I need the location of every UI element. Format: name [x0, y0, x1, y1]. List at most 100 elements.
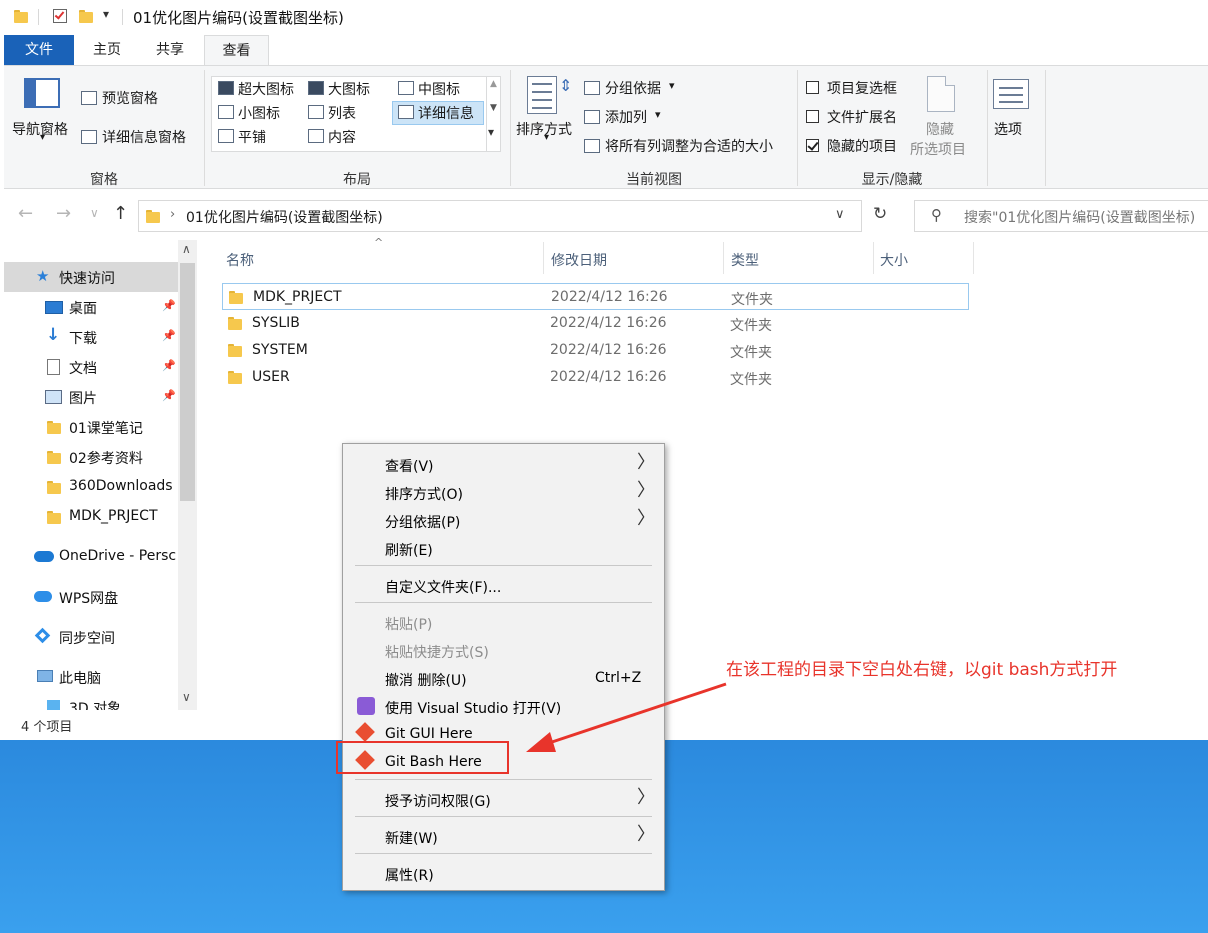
menu-item-paste[interactable]: 粘贴(P)	[385, 614, 432, 634]
scroll-up-icon[interactable]: ∧	[182, 242, 191, 256]
menu-item-group-by[interactable]: 分组依据(P)	[385, 512, 460, 532]
nav-this-pc[interactable]: 此电脑	[4, 662, 180, 692]
column-header-date[interactable]: 修改日期	[551, 250, 607, 270]
nav-item-folder[interactable]: 01课堂笔记	[4, 412, 180, 442]
add-columns-button[interactable]: 添加列	[605, 107, 647, 127]
nav-item-downloads[interactable]: ↓ 下载 📌	[4, 322, 180, 352]
column-divider[interactable]	[973, 242, 974, 274]
sort-by-icon	[527, 76, 557, 114]
layout-details[interactable]: 详细信息	[418, 103, 474, 123]
breadcrumb-path[interactable]: 01优化图片编码(设置截图坐标)	[186, 207, 383, 227]
tab-view[interactable]: 查看	[204, 35, 269, 66]
pin-icon[interactable]: 📌	[162, 299, 176, 312]
layout-small-icons[interactable]: 小图标	[238, 103, 280, 123]
tab-share[interactable]: 共享	[140, 35, 200, 65]
table-row[interactable]: SYSLIB 2022/4/12 16:26 文件夹	[222, 310, 969, 337]
folder-icon	[228, 343, 242, 361]
details-pane-button[interactable]: 详细信息窗格	[102, 127, 186, 147]
file-type: 文件夹	[730, 318, 772, 334]
nav-wps-drive[interactable]: WPS网盘	[4, 582, 180, 612]
pin-icon[interactable]: 📌	[162, 329, 176, 342]
nav-onedrive[interactable]: OneDrive - Persc	[4, 542, 180, 572]
address-bar[interactable]: › 01优化图片编码(设置截图坐标) ∨	[138, 200, 862, 232]
divider	[122, 9, 123, 25]
layout-content[interactable]: 内容	[328, 127, 356, 147]
file-date: 2022/4/12 16:26	[550, 342, 667, 358]
file-date: 2022/4/12 16:26	[550, 369, 667, 385]
folder-icon	[228, 316, 242, 334]
menu-item-paste-shortcut[interactable]: 粘贴快捷方式(S)	[385, 642, 489, 662]
pin-icon[interactable]: 📌	[162, 389, 176, 402]
menu-item-sort-by[interactable]: 排序方式(O)	[385, 484, 463, 504]
file-name: USER	[252, 369, 290, 385]
pictures-icon	[45, 390, 62, 404]
menu-item-git-gui[interactable]: Git GUI Here	[385, 726, 473, 742]
breadcrumb-chevron-icon[interactable]: ›	[170, 207, 175, 222]
column-header-name[interactable]: 名称	[226, 250, 254, 270]
table-row[interactable]: USER 2022/4/12 16:26 文件夹	[222, 364, 969, 391]
back-arrow-icon[interactable]: ←	[18, 203, 33, 224]
tab-home[interactable]: 主页	[78, 35, 136, 65]
hidden-items-checkbox[interactable]	[806, 139, 819, 152]
nav-scrollbar-thumb[interactable]	[180, 263, 195, 501]
nav-item-desktop[interactable]: 桌面 📌	[4, 292, 180, 322]
nav-label: 图片	[69, 391, 97, 407]
menu-item-customize-folder[interactable]: 自定义文件夹(F)...	[385, 577, 501, 597]
recent-locations-chevron-icon[interactable]: ∨	[90, 206, 99, 220]
menu-item-undo-delete[interactable]: 撤消 删除(U)	[385, 670, 467, 690]
layout-list[interactable]: 列表	[328, 103, 356, 123]
nav-item-folder[interactable]: 360Downloads	[4, 472, 180, 502]
nav-item-folder[interactable]: 02参考资料	[4, 442, 180, 472]
submenu-chevron-icon: 〉	[637, 787, 655, 808]
chevron-down-icon: ▾	[669, 79, 675, 92]
file-type: 文件夹	[731, 292, 773, 308]
navigation-pane-icon[interactable]	[24, 78, 60, 108]
preview-pane-button[interactable]: 预览窗格	[102, 88, 158, 108]
forward-arrow-icon[interactable]: →	[56, 203, 71, 224]
preview-pane-icon	[81, 91, 97, 105]
nav-sync-space[interactable]: 同步空间	[4, 622, 180, 652]
nav-item-folder[interactable]: MDK_PRJECT	[4, 502, 180, 532]
table-row[interactable]: MDK_PRJECT 2022/4/12 16:26 文件夹	[222, 283, 969, 310]
column-header-type[interactable]: 类型	[731, 250, 759, 270]
nav-item-pictures[interactable]: 图片 📌	[4, 382, 180, 412]
context-menu: 查看(V) 〉 排序方式(O) 〉 分组依据(P) 〉 刷新(E) 自定义文件夹…	[342, 443, 665, 891]
menu-item-new[interactable]: 新建(W)	[385, 828, 438, 848]
star-icon: ★	[36, 267, 50, 285]
layout-tiles[interactable]: 平铺	[238, 127, 266, 147]
column-divider[interactable]	[723, 242, 724, 274]
address-history-chevron-icon[interactable]: ∨	[835, 207, 845, 222]
menu-item-grant-access[interactable]: 授予访问权限(G)	[385, 791, 491, 811]
column-divider[interactable]	[543, 242, 544, 274]
layout-large-icons[interactable]: 大图标	[328, 79, 370, 99]
layout-medium-icons[interactable]: 中图标	[418, 79, 460, 99]
options-icon	[993, 79, 1029, 109]
column-header-size[interactable]: 大小	[880, 250, 908, 270]
nav-quick-access[interactable]: ★ 快速访问	[4, 262, 180, 292]
layout-extra-large-icons[interactable]: 超大图标	[238, 79, 294, 99]
pin-icon[interactable]: 📌	[162, 359, 176, 372]
menu-item-refresh[interactable]: 刷新(E)	[385, 540, 433, 560]
column-divider[interactable]	[873, 242, 874, 274]
layout-gallery-scroll[interactable]: ▲ ▼ ▾	[486, 77, 501, 151]
group-divider	[1045, 70, 1046, 186]
tab-file[interactable]: 文件	[4, 35, 74, 65]
size-all-columns-button[interactable]: 将所有列调整为合适的大小	[605, 136, 773, 156]
search-input[interactable]: ⚲ 搜索"01优化图片编码(设置截图坐标)	[914, 200, 1208, 232]
file-extensions-checkbox[interactable]	[806, 110, 819, 123]
properties-check-icon[interactable]	[53, 9, 67, 23]
menu-item-properties[interactable]: 属性(R)	[385, 865, 434, 885]
new-folder-icon[interactable]	[79, 9, 93, 23]
table-row[interactable]: SYSTEM 2022/4/12 16:26 文件夹	[222, 337, 969, 364]
up-arrow-icon[interactable]: ↑	[113, 203, 128, 224]
nav-item-documents[interactable]: 文档 📌	[4, 352, 180, 382]
options-button[interactable]: 选项	[994, 119, 1022, 139]
menu-item-view[interactable]: 查看(V)	[385, 456, 434, 476]
nav-3d-objects[interactable]: 3D 对象	[4, 692, 180, 710]
refresh-icon[interactable]: ↻	[873, 204, 887, 224]
scroll-down-icon[interactable]: ∨	[182, 690, 191, 704]
customize-qa-dropdown-icon[interactable]: ▾	[103, 7, 109, 21]
download-arrow-icon: ↓	[46, 325, 61, 345]
item-checkboxes-checkbox[interactable]	[806, 81, 819, 94]
group-by-button[interactable]: 分组依据	[605, 78, 661, 98]
